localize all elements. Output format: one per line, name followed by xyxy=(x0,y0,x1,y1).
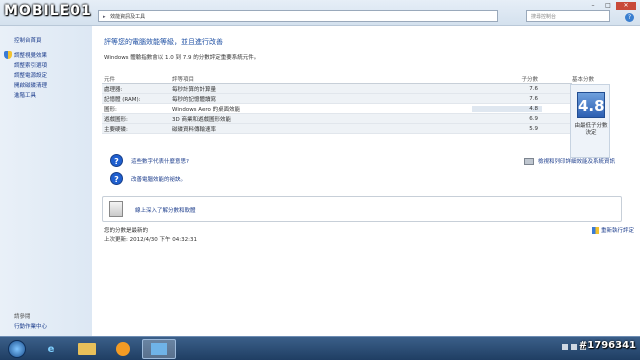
page-description: Windows 體驗指數會以 1.0 到 7.9 的分數評定重要系統元件。 xyxy=(104,55,260,61)
page-title: 評等您的電腦效能等級，並且進行改善 xyxy=(104,38,223,46)
sidebar-item-disk-cleanup[interactable]: 開啟磁碟清理 xyxy=(4,80,47,90)
sidebar-item-indexing[interactable]: 調整索引選項 xyxy=(4,60,47,70)
blank-icon xyxy=(4,71,12,79)
taskbar: e xyxy=(0,336,640,360)
table-header: 元件 評等項目 子分數 xyxy=(102,74,572,84)
sidebar-home-link[interactable]: 控制台首頁 xyxy=(14,36,42,44)
rerun-assessment-link[interactable]: 重新執行評定 xyxy=(592,226,634,234)
software-box-icon xyxy=(109,201,123,217)
blank-icon xyxy=(4,61,12,69)
online-scores-panel[interactable]: 線上深入了解分數和軟體 xyxy=(102,196,622,222)
table-row: 主要硬碟: 磁碟資料傳輸速率 5.9 xyxy=(102,124,572,134)
breadcrumb-arrow-icon: ▸ xyxy=(103,14,106,20)
control-panel-taskbar-button[interactable] xyxy=(142,339,176,359)
address-bar[interactable]: ▸ 效能資訊及工具 xyxy=(98,10,498,22)
explorer-taskbar-button[interactable] xyxy=(70,339,104,359)
base-score-caption: 由最低子分數決定 xyxy=(574,123,608,136)
folder-icon xyxy=(78,343,96,355)
close-icon[interactable]: ✕ xyxy=(616,2,636,10)
what-mean-link[interactable]: 這些數字代表什麼意思? xyxy=(131,157,189,165)
ie-taskbar-button[interactable]: e xyxy=(34,339,68,359)
sidebar-tasks: 調整視覺效果 調整索引選項 調整電源設定 開啟磁碟清理 進階工具 xyxy=(4,50,47,100)
blank-icon xyxy=(4,81,12,89)
last-update: 上次更新: 2012/4/30 下午 04:32:31 xyxy=(104,237,198,243)
search-input[interactable]: 搜尋控制台 xyxy=(526,10,610,22)
printer-icon xyxy=(524,157,534,165)
score-status: 您的分數是最新的 xyxy=(104,228,149,234)
base-score-box: 4.8 由最低子分數決定 xyxy=(570,84,610,158)
help-icon[interactable]: ? xyxy=(625,13,634,22)
watermark-logo: MOBILE01 xyxy=(4,3,92,19)
print-details-link[interactable]: 檢視和列印詳細效能及系統資訊 xyxy=(524,157,615,165)
table-row: 記憶體 (RAM): 每秒的記憶體讀寫 7.6 xyxy=(102,94,572,104)
maximize-icon[interactable]: □ xyxy=(601,2,615,10)
window-top-bar: MOBILE01 ▸ 效能資訊及工具 搜尋控制台 – □ ✕ ? xyxy=(0,0,640,26)
sidebar: 控制台首頁 調整視覺效果 調整索引選項 調整電源設定 開啟磁碟清理 進階工具 請… xyxy=(0,26,92,336)
main-content: 評等您的電腦效能等級，並且進行改善 Windows 體驗指數會以 1.0 到 7… xyxy=(92,26,640,336)
tray-icon[interactable] xyxy=(562,344,568,350)
blank-icon xyxy=(4,91,12,99)
sidebar-item-visual-effects[interactable]: 調整視覺效果 xyxy=(4,50,47,60)
improve-tips-link[interactable]: 改善電腦效能的祕訣。 xyxy=(131,175,186,183)
see-also-heading: 請參閱 xyxy=(14,314,31,320)
media-player-icon xyxy=(116,342,130,356)
sidebar-item-power[interactable]: 調整電源設定 xyxy=(4,70,47,80)
sidebar-item-advanced-tools[interactable]: 進階工具 xyxy=(4,90,47,100)
start-button[interactable] xyxy=(8,340,26,358)
minimize-icon[interactable]: – xyxy=(586,2,600,10)
window-controls: – □ ✕ xyxy=(586,2,636,10)
shield-icon xyxy=(592,226,599,234)
score-table: 元件 評等項目 子分數 處理器: 每秒計算的計算量 7.6 記憶體 (RAM):… xyxy=(102,74,572,134)
action-center-link[interactable]: 行動作業中心 xyxy=(14,322,47,330)
control-panel-icon xyxy=(151,343,167,355)
watermark-id: #1796341 xyxy=(578,340,636,351)
help-link-row: ? 改善電腦效能的祕訣。 xyxy=(110,172,186,185)
base-score-heading: 基本分數 xyxy=(572,77,595,83)
table-row: 遊戲圖形: 3D 商業和遊戲圖形效能 6.9 xyxy=(102,114,572,124)
table-row: 圖形: Windows Aero 的桌面效能 4.8 xyxy=(102,104,572,114)
table-row: 處理器: 每秒計算的計算量 7.6 xyxy=(102,84,572,94)
tray-icon[interactable] xyxy=(571,344,577,350)
help-link-row: ? 這些數字代表什麼意思? xyxy=(110,154,189,167)
question-icon: ? xyxy=(110,154,123,167)
question-icon: ? xyxy=(110,172,123,185)
media-player-taskbar-button[interactable] xyxy=(106,339,140,359)
shield-icon xyxy=(4,51,12,59)
breadcrumb: 效能資訊及工具 xyxy=(110,14,146,20)
base-score-badge: 4.8 xyxy=(577,92,605,118)
online-scores-link[interactable]: 線上深入了解分數和軟體 xyxy=(135,206,196,214)
